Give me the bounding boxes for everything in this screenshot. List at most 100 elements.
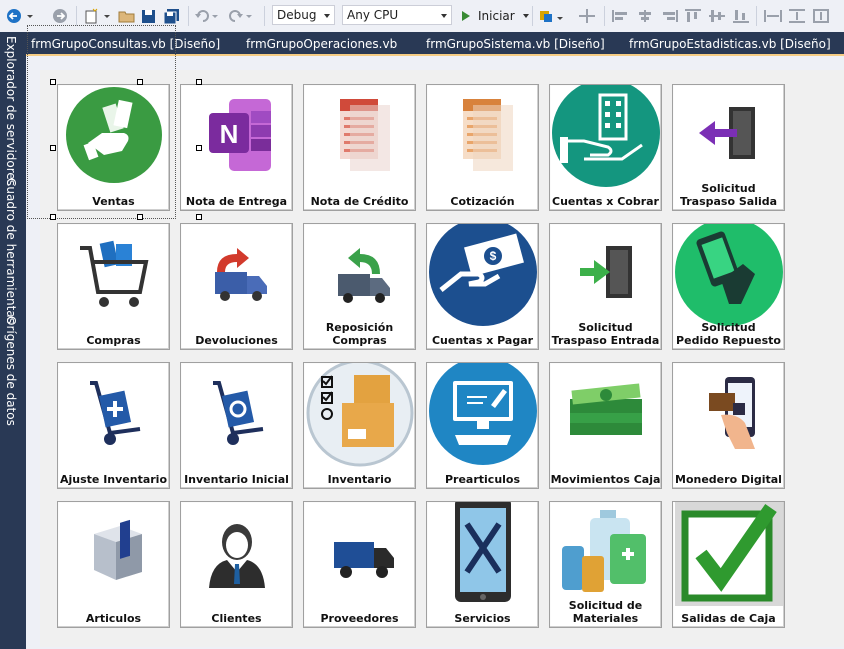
chevron-down-icon <box>522 14 529 18</box>
open-folder-icon[interactable] <box>118 6 136 26</box>
browser-link-icon[interactable] <box>538 6 566 26</box>
server-explorer-tab[interactable]: Explorador de servidores <box>4 36 18 186</box>
tile-button[interactable]: Devoluciones <box>180 223 293 350</box>
tile-button[interactable]: Salidas de Caja <box>672 501 785 628</box>
tile-button[interactable]: Compras <box>57 223 170 350</box>
tile-label: Prearticulos <box>444 473 521 486</box>
mobile-wallet-icon <box>673 363 784 463</box>
tile-button[interactable]: Inventario Inicial <box>180 362 293 489</box>
resize-handle[interactable] <box>196 79 202 85</box>
cash-stack-icon <box>550 363 661 463</box>
tile-button[interactable]: Servicios <box>426 501 539 628</box>
tile-label: Ventas <box>92 195 135 208</box>
start-label: Iniciar <box>478 9 515 23</box>
tile-button[interactable]: Cotización <box>426 84 539 211</box>
svg-text:N: N <box>219 119 238 149</box>
resize-handle[interactable] <box>50 214 56 220</box>
bill-payment-icon: $ <box>427 224 538 326</box>
make-same-height-icon[interactable] <box>786 6 808 26</box>
resize-handle[interactable] <box>196 145 202 151</box>
save-all-icon[interactable] <box>162 6 182 26</box>
align-lefts-icon[interactable] <box>610 6 632 26</box>
resize-handle[interactable] <box>50 79 56 85</box>
new-project-icon[interactable] <box>84 6 112 26</box>
svg-text:$: $ <box>490 249 497 263</box>
tile-label: Clientes <box>211 612 262 625</box>
align-tops-icon[interactable] <box>682 6 704 26</box>
monitor-edit-icon <box>427 363 538 465</box>
hand-truck-plus-icon <box>58 363 169 463</box>
tile-label: Ajuste Inventario <box>59 473 168 486</box>
tile-label: Inventario <box>327 473 392 486</box>
align-middles-icon[interactable] <box>706 6 728 26</box>
tile-button[interactable]: Solicitud de Materiales <box>549 501 662 628</box>
redo-icon[interactable] <box>228 6 256 26</box>
tile-button[interactable]: Solicitud Pedido Repuesto <box>672 223 785 350</box>
tile-button[interactable]: Solicitud Traspaso Entrada <box>549 223 662 350</box>
save-icon[interactable] <box>140 6 158 26</box>
checkmark-icon <box>673 502 784 606</box>
tile-button[interactable]: Ajuste Inventario <box>57 362 170 489</box>
hand-truck-refresh-icon <box>181 363 292 463</box>
align-bottoms-icon[interactable] <box>730 6 752 26</box>
money-hand-icon <box>58 85 169 185</box>
tile-label: Compras <box>86 334 141 347</box>
tile-label: Inventario Inicial <box>184 473 289 486</box>
tile-label: Devoluciones <box>195 334 278 347</box>
data-sources-tab[interactable]: Orígenes de datos <box>4 316 18 426</box>
platform-value: Any CPU <box>347 8 399 22</box>
make-same-width-icon[interactable] <box>762 6 784 26</box>
tile-label: Solicitud de Materiales <box>568 599 643 625</box>
align-to-grid-icon[interactable] <box>576 6 598 26</box>
tile-button[interactable]: Prearticulos <box>426 362 539 489</box>
tile-button[interactable]: Clientes <box>180 501 293 628</box>
tile-button[interactable]: Cuentas x Cobrar <box>549 84 662 211</box>
credit-document-icon <box>304 85 415 185</box>
tile-button[interactable]: Nota de Crédito <box>303 84 416 211</box>
delivery-truck-icon <box>304 502 415 602</box>
undo-icon[interactable] <box>194 6 222 26</box>
tile-button[interactable]: Inventario <box>303 362 416 489</box>
chevron-down-icon <box>441 14 447 18</box>
building-hand-icon <box>550 85 661 187</box>
align-centers-icon[interactable] <box>634 6 656 26</box>
tab-frm-grupo-consultas[interactable]: frmGrupoConsultas.vb [Diseño] <box>31 37 220 51</box>
platform-dropdown[interactable]: Any CPU <box>342 5 452 25</box>
configuration-dropdown[interactable]: Debug <box>272 5 335 25</box>
resize-handle[interactable] <box>196 214 202 220</box>
configuration-value: Debug <box>277 8 317 22</box>
tile-label: Solicitud Traspaso Entrada <box>551 321 660 347</box>
back-icon[interactable] <box>6 6 34 26</box>
tile-button[interactable]: Movimientos Caja <box>549 362 662 489</box>
tile-button[interactable]: Proveedores <box>303 501 416 628</box>
tile-button[interactable]: Reposición Compras <box>303 223 416 350</box>
forward-icon[interactable] <box>52 6 68 26</box>
tile-label: Cotización <box>450 195 515 208</box>
onenote-icon: N <box>181 85 292 185</box>
tile-button[interactable]: $ Cuentas x Pagar <box>426 223 539 350</box>
tab-frm-grupo-operaciones[interactable]: frmGrupoOperaciones.vb <box>246 37 397 51</box>
tile-button[interactable]: Monedero Digital <box>672 362 785 489</box>
resize-handle[interactable] <box>137 79 143 85</box>
make-same-size-icon[interactable] <box>810 6 832 26</box>
tile-button[interactable]: Solicitud Traspaso Salida <box>672 84 785 211</box>
return-truck-icon <box>181 224 292 324</box>
tile-label: Proveedores <box>320 612 399 625</box>
tile-label: Reposición Compras <box>325 321 394 347</box>
tile-label: Cuentas x Pagar <box>431 334 534 347</box>
toolbox-tab[interactable]: Cuadro de herramientas <box>4 178 18 324</box>
tile-button[interactable]: Ventas <box>57 84 170 211</box>
tile-label: Articulos <box>85 612 142 625</box>
resize-handle[interactable] <box>50 145 56 151</box>
tile-label: Salidas de Caja <box>681 612 776 625</box>
quote-document-icon <box>427 85 538 185</box>
tile-button[interactable]: Articulos <box>57 501 170 628</box>
tab-frm-grupo-sistema[interactable]: frmGrupoSistema.vb [Diseño] <box>426 37 605 51</box>
resize-handle[interactable] <box>137 214 143 220</box>
start-button[interactable]: Iniciar <box>458 6 529 26</box>
door-enter-icon <box>550 224 661 324</box>
tile-label: Solicitud Traspaso Salida <box>679 182 778 208</box>
align-rights-icon[interactable] <box>658 6 680 26</box>
tab-frm-grupo-estadisticas[interactable]: frmGrupoEstadisticas.vb [Diseño] <box>629 37 831 51</box>
side-tool-panel: Explorador de servidores Cuadro de herra… <box>0 32 26 649</box>
